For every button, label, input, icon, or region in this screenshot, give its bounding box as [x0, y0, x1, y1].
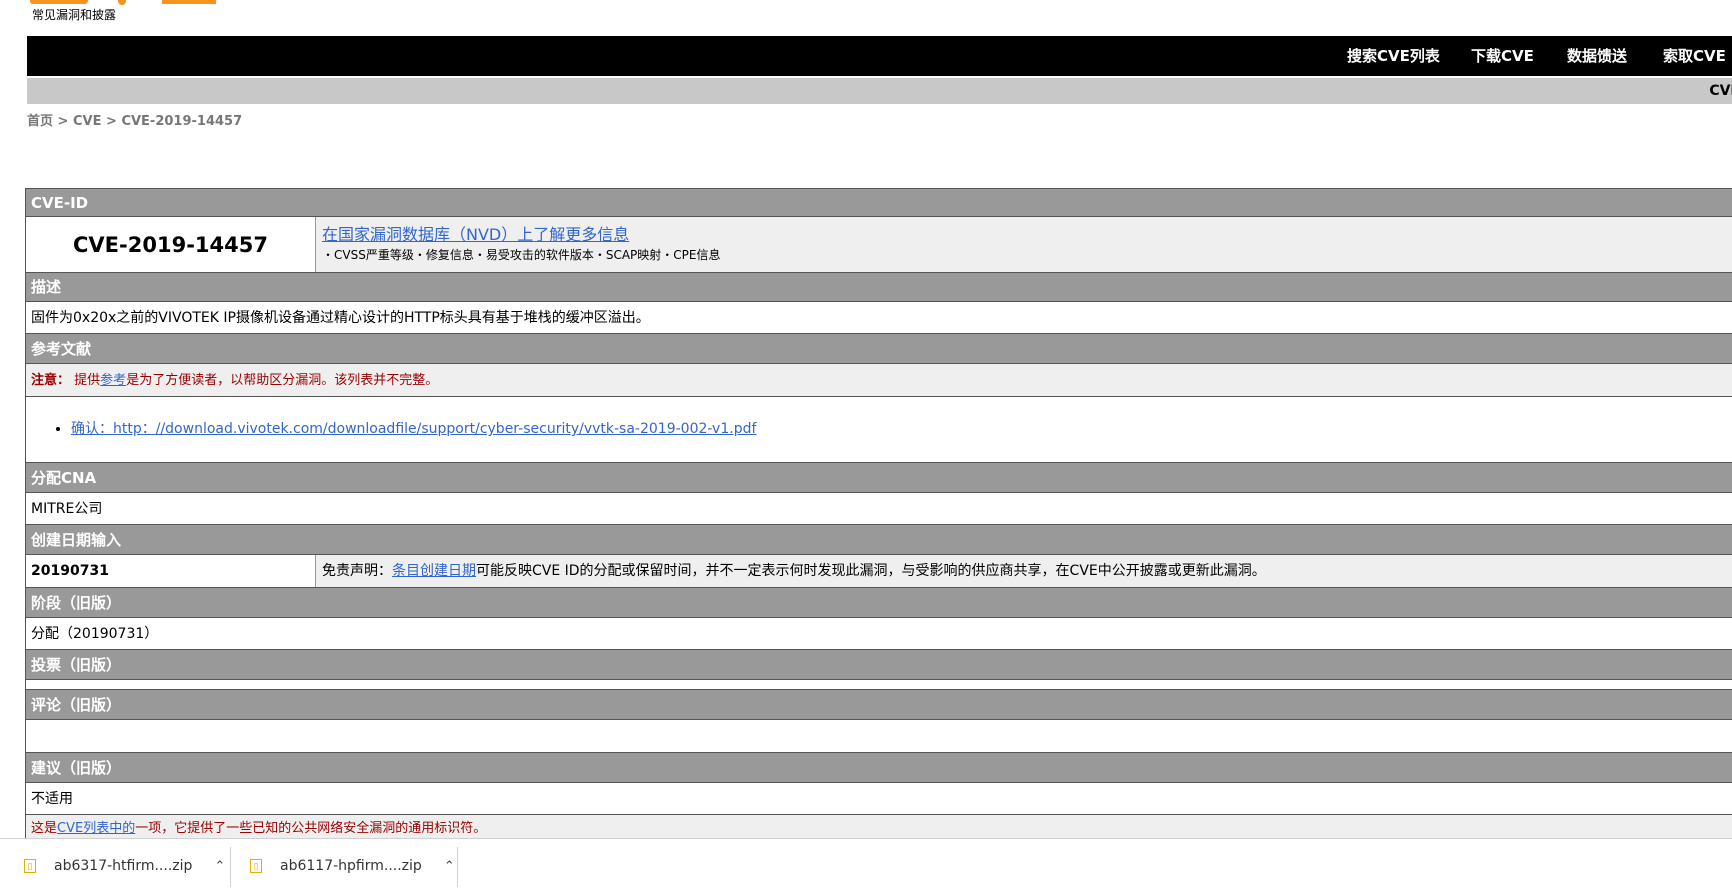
references-header: 参考文献	[26, 334, 1732, 364]
breadcrumb-separator: >	[106, 114, 117, 129]
entry-date-link[interactable]: 条目创建日期	[392, 563, 476, 579]
nvd-link[interactable]: 在国家漏洞数据库（NVD）上了解更多信息	[322, 225, 629, 244]
footer-text-pre: 这是	[31, 821, 58, 836]
references-link[interactable]: 参考	[100, 373, 126, 388]
nav-request-cve-id[interactable]: 索取CVE ID	[1663, 36, 1732, 76]
download-filename: ab6117-hpfirm....zip	[280, 858, 422, 874]
breadcrumb-home[interactable]: 首页	[27, 114, 53, 129]
references-note: 注意： 提供参考是为了方便读者，以帮助区分漏洞。该列表并不完整。	[26, 364, 1732, 397]
proposal-value: 不适用	[26, 783, 1732, 815]
nav-download-cve[interactable]: 下载CVE	[1471, 36, 1534, 76]
note-text-post: 是为了方便读者，以帮助区分漏洞。该列表并不完整。	[126, 373, 439, 388]
references-list-wrap: 确认：http：//download.vivotek.com/downloadf…	[26, 397, 1732, 463]
breadcrumb-cve[interactable]: CVE	[73, 114, 101, 129]
logo-graphic[interactable]	[30, 0, 88, 4]
votes-header: 投票（旧版）	[26, 650, 1732, 680]
cve-id-row: CVE-2019-14457 在国家漏洞数据库（NVD）上了解更多信息 ・CVS…	[26, 217, 1732, 273]
cve-id-value: CVE-2019-14457	[26, 217, 316, 272]
subnav-cve[interactable]: CVE	[1709, 78, 1732, 104]
download-filename: ab6317-htfirm....zip	[54, 858, 193, 874]
cve-list-link[interactable]: CVE列表中的	[57, 821, 135, 836]
file-icon: ▯	[250, 859, 262, 873]
top-navigation: 搜索CVE列表 下载CVE 数据馈送 索取CVE ID	[27, 36, 1732, 76]
logo-tagline: 常见漏洞和披露	[32, 8, 117, 22]
cna-header: 分配CNA	[26, 463, 1732, 493]
cve-id-header: CVE-ID	[26, 188, 1732, 217]
download-divider	[457, 847, 458, 887]
reference-link[interactable]: 确认：http：//download.vivotek.com/downloadf…	[71, 421, 756, 437]
comments-value	[26, 720, 1732, 753]
breadcrumb-current: CVE-2019-14457	[121, 114, 243, 129]
nav-search-cve-list[interactable]: 搜索CVE列表	[1347, 36, 1440, 76]
references-list: 确认：http：//download.vivotek.com/downloadf…	[31, 397, 1732, 438]
cve-record-table: CVE-ID CVE-2019-14457 在国家漏洞数据库（NVD）上了解更多…	[25, 188, 1732, 843]
disclaimer-label: 免责声明：	[322, 563, 392, 579]
footer-text-post: 一项，它提供了一些已知的公共网络安全漏洞的通用标识符。	[135, 821, 487, 836]
comments-header: 评论（旧版）	[26, 690, 1732, 720]
logo-graphic-part	[118, 0, 126, 5]
proposal-header: 建议（旧版）	[26, 753, 1732, 783]
date-entry-header: 创建日期输入	[26, 525, 1732, 555]
breadcrumb: 首页 > CVE > CVE-2019-14457	[27, 110, 242, 129]
download-divider	[230, 847, 231, 887]
download-shelf: ▯ ab6317-htfirm....zip ⌃ ▯ ab6117-hpfirm…	[0, 838, 1732, 893]
date-entry-value: 20190731	[26, 555, 316, 587]
breadcrumb-separator: >	[57, 114, 69, 129]
cna-value: MITRE公司	[26, 493, 1732, 525]
chevron-up-icon[interactable]: ⌃	[444, 859, 455, 874]
description-text: 固件为0x20x之前的VIVOTEK IP摄像机设备通过精心设计的HTTP标头具…	[26, 302, 1732, 334]
download-item[interactable]: ▯ ab6317-htfirm....zip ⌃	[24, 839, 225, 893]
phase-header: 阶段（旧版）	[26, 588, 1732, 618]
votes-value	[26, 680, 1732, 690]
note-text-pre: 提供	[74, 373, 101, 388]
description-header: 描述	[26, 273, 1732, 302]
note-label: 注意：	[31, 373, 71, 388]
date-entry-row: 20190731 免责声明：条目创建日期可能反映CVE ID的分配或保留时间，并…	[26, 555, 1732, 588]
download-item[interactable]: ▯ ab6117-hpfirm....zip ⌃	[250, 839, 455, 893]
chevron-up-icon[interactable]: ⌃	[214, 859, 225, 874]
list-item: 确认：http：//download.vivotek.com/downloadf…	[71, 418, 1732, 438]
disclaimer-text: 可能反映CVE ID的分配或保留时间，并不一定表示何时发现此漏洞，与受影响的供应…	[476, 563, 1266, 579]
phase-value: 分配（20190731）	[26, 618, 1732, 650]
nvd-sub-info: ・CVSS严重等级・修复信息・易受攻击的软件版本・SCAP映射・CPE信息	[322, 248, 721, 262]
logo-graphic-part	[162, 0, 216, 4]
sub-navigation: CVE	[27, 78, 1732, 104]
file-icon: ▯	[24, 859, 36, 873]
nav-data-feeds[interactable]: 数据馈送	[1567, 36, 1627, 76]
